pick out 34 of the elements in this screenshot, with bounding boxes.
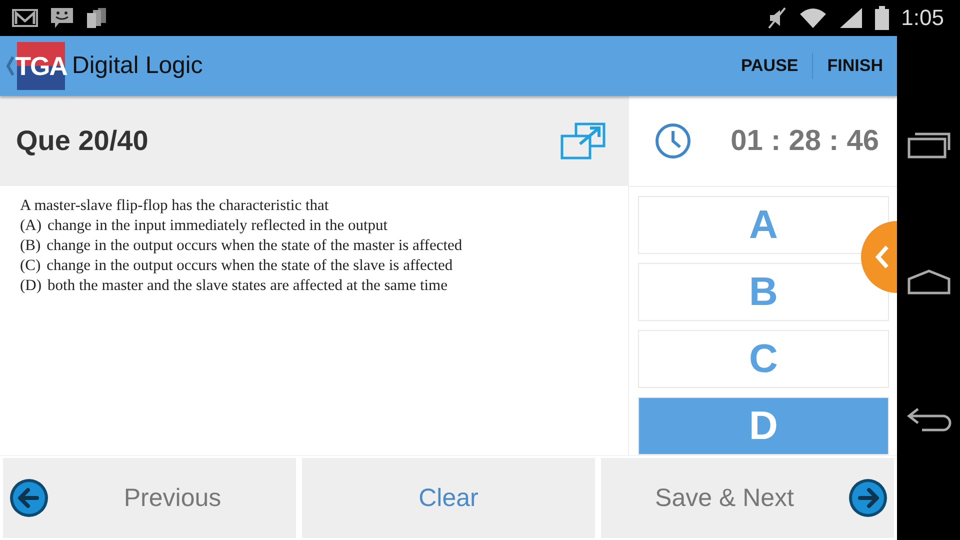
app-title: Digital Logic [72,52,203,80]
action-button[interactable]: FINISH [813,56,897,76]
option-label: (B) [20,236,41,256]
option-label: (A) [20,216,42,236]
option-text: both the master and the slave states are affected at the same time [48,276,448,296]
clock-icon [655,123,691,159]
clear-button[interactable]: Clear [302,458,595,538]
clock-time: 1:05 [901,5,944,31]
recent-apps-icon[interactable] [906,131,950,159]
answer-choice[interactable]: D [638,397,889,455]
option-text: change in the output occurs when the state of the master is affected [46,236,462,256]
option-text: change in the output occurs when the state of the slave is affected [46,256,453,276]
option-text: change in the input immediately reflected in the output [48,216,388,236]
drawer-handle[interactable] [861,221,897,293]
question-text: A master-slave flip-flop has the characteristic that [20,196,330,216]
mail-icon [12,9,38,27]
chat-icon [50,7,74,29]
timer: 01 : 28 : 46 [730,124,879,158]
answer-choice[interactable]: A [638,196,889,254]
previous-button[interactable]: Previous [3,458,296,538]
answer-choice[interactable]: C [638,330,889,388]
expand-icon[interactable] [560,122,606,160]
save-next-button[interactable]: Save & Next [601,458,894,538]
answer-choice[interactable]: B [638,263,889,321]
signal-icon [839,7,864,29]
option-label: (D) [20,276,42,296]
option-label: (C) [20,256,41,276]
home-icon[interactable] [906,269,950,295]
wifi-icon [799,7,828,29]
action-button[interactable]: PAUSE [726,56,812,76]
question-counter: Que 20/40 [16,125,148,157]
mute-icon [767,6,788,30]
stack-icon [86,7,108,29]
battery-icon [875,6,890,30]
